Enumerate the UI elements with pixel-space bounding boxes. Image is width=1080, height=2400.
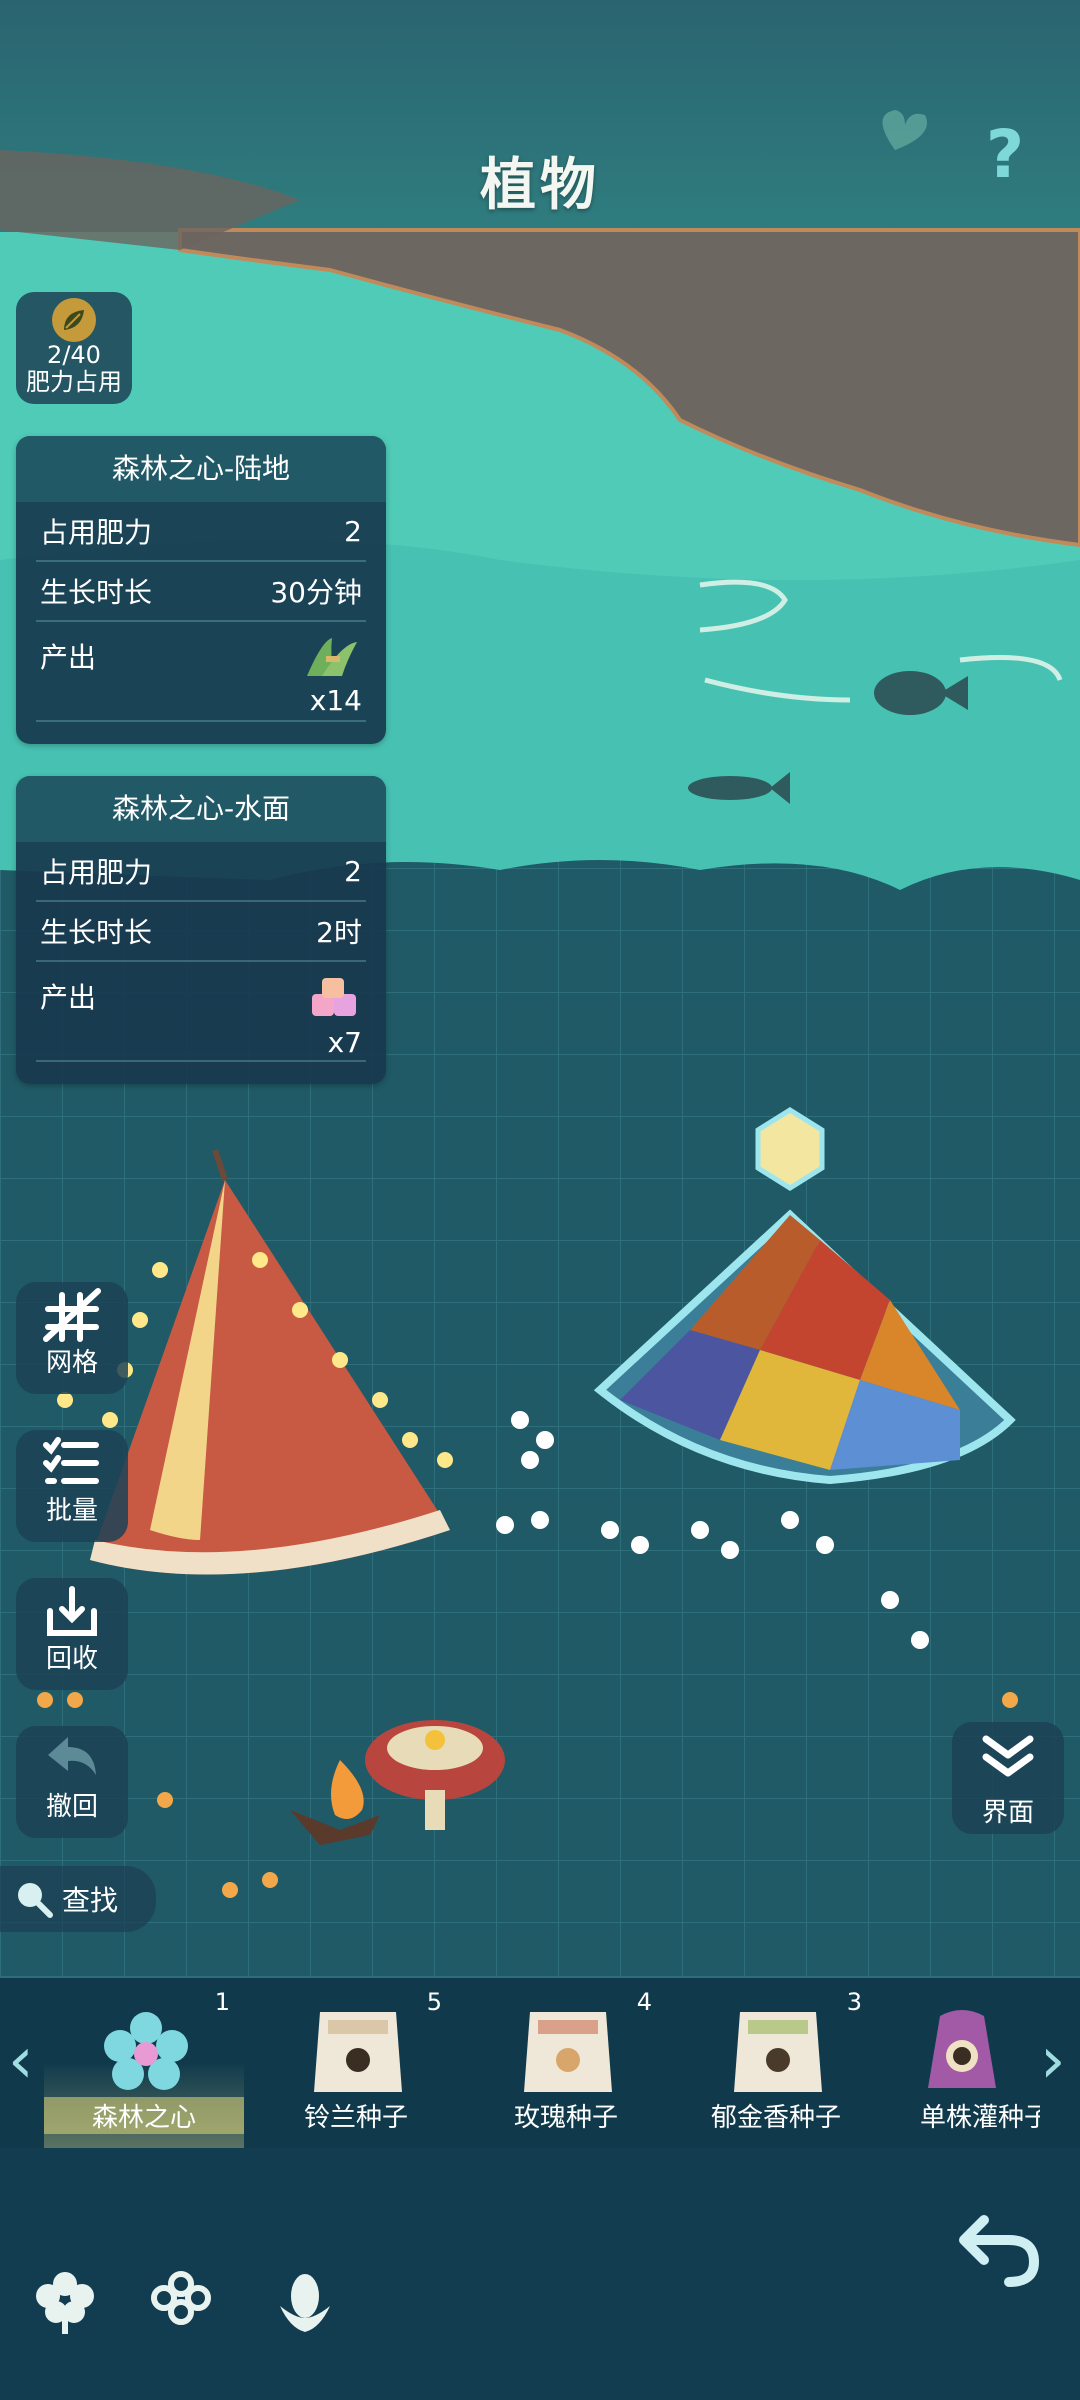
search-icon [18,1883,53,1918]
card-row-fertilizer: 占用肥力 2 [36,842,366,902]
interface-label: 界面 [981,1798,1034,1828]
seed-name: 郁金香种子 [710,2103,841,2133]
seed-scroll-left-icon[interactable]: ‹ [8,2016,38,2106]
interface-button[interactable]: 界面 [952,1722,1064,1834]
search-label: 查找 [62,1884,119,1917]
row-value: 2 [344,514,362,548]
forest-heart-flower-icon [104,2012,188,2090]
card-title: 森林之心-水面 [16,776,386,842]
leaf-icon [52,298,96,342]
card-row-fertilizer: 占用肥力 2 [36,502,366,562]
seed-name: 单株灌种子 [920,2103,1040,2133]
plant-info-card-water: 森林之心-水面 占用肥力 2 生长时长 2时 产出 x7 [16,776,386,1084]
seed-inventory-bar: 1 森林之心 5 铃兰种子 4 玫瑰种子 3 郁金香种子 单株灌种子 [0,1976,1080,2148]
flower-tab-icon[interactable] [30,2266,100,2336]
recycle-label: 回收 [45,1644,98,1674]
fertilizer-label: 肥力占用 [26,368,122,396]
undo-button[interactable]: 撤回 [16,1726,128,1838]
undo-icon [16,1726,128,1792]
fertilizer-usage-badge[interactable]: 2/40 肥力占用 [16,292,132,404]
return-arrow-icon[interactable] [954,2200,1044,2290]
fertilizer-value: 2/40 [47,341,101,369]
row-value: 2时 [316,916,362,949]
output-quantity: x14 [309,684,362,717]
pink-cubes-icon [312,978,356,1016]
seed-scroll-right-icon[interactable]: › [1040,2016,1070,2106]
card-row-growth-time: 生长时长 30分钟 [36,562,366,622]
card-title: 森林之心-陆地 [16,436,386,502]
double-chevron-down-icon [952,1722,1064,1792]
grid-toggle-button[interactable]: 网格 [16,1282,128,1394]
undo-label: 撤回 [45,1792,98,1822]
batch-label: 批量 [45,1496,98,1526]
seed-count: 5 [426,1988,442,2016]
row-label: 生长时长 [40,576,153,609]
row-value: 30分钟 [270,576,362,609]
recycle-icon [16,1578,128,1644]
seed-name: 玫瑰种子 [513,2103,618,2133]
row-label: 产出 [40,981,97,1014]
batch-button[interactable]: 批量 [16,1430,128,1542]
seed-count: 4 [636,1988,652,2016]
row-label: 占用肥力 [40,856,153,889]
page-title: 植物 [480,153,600,218]
seed-bag-icon [734,2012,822,2092]
seed-item-tulip[interactable]: 3 郁金香种子 [676,1978,876,2148]
card-row-output: 产出 x14 [36,622,366,722]
seed-bag-icon [524,2012,612,2092]
row-label: 占用肥力 [40,516,153,549]
purple-seed-sack-icon [928,2010,996,2088]
row-value: 2 [344,854,362,888]
row-label: 生长时长 [40,916,153,949]
help-icon[interactable]: ? [970,120,1040,190]
search-button[interactable]: 查找 [0,1866,156,1932]
row-label: 产出 [40,641,97,674]
plant-info-card-land: 森林之心-陆地 占用肥力 2 生长时长 30分钟 产出 x14 [16,436,386,744]
batch-list-icon [16,1430,128,1496]
corn-tab-icon[interactable] [270,2266,340,2336]
grid-toggle-icon [16,1282,128,1348]
card-row-growth-time: 生长时长 2时 [36,902,366,962]
flower-outline-tab-icon[interactable] [146,2266,216,2336]
recycle-button[interactable]: 回收 [16,1578,128,1690]
seed-item-shrub[interactable]: 单株灌种子 [880,1978,1040,2148]
seed-name: 森林之心 [44,2097,244,2134]
seed-item-forest-heart[interactable]: 1 森林之心 [44,1978,244,2148]
seed-bag-icon [314,2012,402,2092]
card-row-output: 产出 x7 [36,962,366,1062]
seed-count: 3 [846,1988,862,2016]
output-quantity: x7 [327,1026,362,1059]
seed-count: 1 [214,1988,230,2016]
grass-bundle-icon [307,638,357,676]
seed-name: 铃兰种子 [303,2103,408,2133]
seed-item-lily-of-the-valley[interactable]: 5 铃兰种子 [256,1978,456,2148]
seed-item-rose[interactable]: 4 玫瑰种子 [466,1978,666,2148]
grid-toggle-label: 网格 [45,1348,98,1378]
